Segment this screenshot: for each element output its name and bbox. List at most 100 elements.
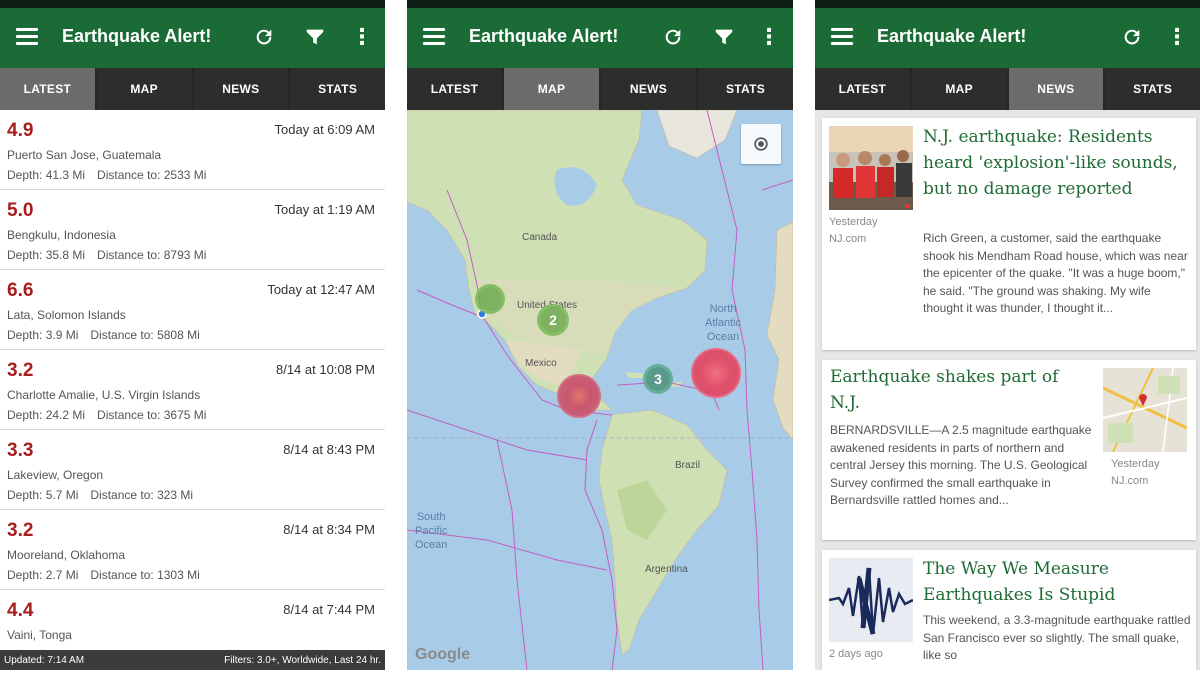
ocean-label-north-atlantic: North Atlantic Ocean [705,303,742,343]
more-vert-icon[interactable]: ⋮ [757,25,781,49]
news-card[interactable]: 2 days ago The Way We Measure Earthquake… [822,550,1196,670]
quake-item[interactable]: 3.2 8/14 at 8:34 PM Mooreland, Oklahoma … [0,510,385,590]
quake-meta: Depth: 24.2 Mi Distance to: 3675 Mi [7,408,206,422]
latest-screen: Earthquake Alert! ⋮ LATEST MAP NEWS STAT… [0,0,385,670]
refresh-icon[interactable] [252,25,276,49]
menu-icon[interactable] [423,28,445,46]
magnitude: 4.4 [7,600,34,621]
app-bar: Earthquake Alert! ⋮ [407,8,793,68]
news-seismogram-thumbnail [829,558,913,642]
news-source: Yesterday NJ.com [1111,458,1160,487]
tab-news[interactable]: NEWS [193,68,291,110]
map-view[interactable]: Canada United States Mexico Brazil Argen… [407,110,793,670]
status-footer: Updated: 7:14 AM Filters: 3.0+, Worldwid… [0,650,385,670]
menu-icon[interactable] [831,28,853,46]
filter-icon[interactable] [712,25,736,49]
news-list: Yesterday NJ.com N.J. earthquake: Reside… [815,110,1200,670]
news-source: Yesterday NJ.com [829,216,878,245]
quake-place: Lakeview, Oregon [7,468,104,482]
news-headline: N.J. earthquake: Residents heard 'explos… [923,127,1178,199]
filter-icon[interactable] [303,25,327,49]
magnitude: 3.3 [7,440,34,461]
quake-distance: Distance to: 2533 Mi [97,168,207,182]
news-card[interactable]: Yesterday NJ.com N.J. earthquake: Reside… [822,118,1196,350]
tab-news[interactable]: NEWS [601,68,698,110]
map-label-canada: Canada [522,232,558,243]
tab-map[interactable]: MAP [911,68,1009,110]
app-title: Earthquake Alert! [469,26,619,46]
more-vert-icon[interactable]: ⋮ [1165,25,1189,49]
news-screen: Earthquake Alert! ⋮ LATEST MAP NEWS STAT… [815,0,1200,670]
map-label-mexico: Mexico [525,358,557,369]
quake-distance: Distance to: 323 Mi [90,488,194,502]
updated-time: Updated: 7:14 AM [4,654,85,666]
quake-time: Today at 6:09 AM [274,122,375,137]
quake-depth: Depth: 41.3 Mi [7,168,86,182]
app-title: Earthquake Alert! [877,26,1027,46]
magnitude: 3.2 [7,360,34,381]
quake-distance: Distance to: 3675 Mi [97,408,207,422]
quake-cluster-marker[interactable]: 3 [643,364,673,394]
quake-place: Mooreland, Oklahoma [7,548,126,562]
quake-item[interactable]: 3.2 8/14 at 10:08 PM Charlotte Amalie, U… [0,350,385,430]
quake-time: 8/14 at 7:44 PM [283,602,375,617]
quake-distance: Distance to: 5808 Mi [90,328,200,342]
news-source: 2 days ago [829,648,883,660]
quake-item[interactable]: 4.4 8/14 at 7:44 PM Vaini, Tonga [0,590,385,650]
tab-stats[interactable]: STATS [698,68,793,110]
quake-time: 8/14 at 8:34 PM [283,522,375,537]
tab-latest[interactable]: LATEST [0,68,97,110]
my-location-icon[interactable] [741,124,781,164]
quake-place: Puerto San Jose, Guatemala [7,148,162,162]
map-label-brazil: Brazil [675,460,701,471]
news-snippet: Rich Green, a customer, said the earthqu… [923,231,1188,315]
quake-depth: Depth: 2.7 Mi [7,568,79,582]
news-card[interactable]: Earthquake shakes part of N.J. BERNARDSV… [822,360,1196,540]
map-screen: Earthquake Alert! ⋮ LATEST MAP NEWS STAT… [407,0,793,670]
quake-cluster-marker[interactable] [475,284,505,314]
quake-meta: Depth: 41.3 Mi Distance to: 2533 Mi [7,168,206,182]
quake-item[interactable]: 4.9 Today at 6:09 AM Puerto San Jose, Gu… [0,110,385,190]
quake-place: Vaini, Tonga [7,628,72,642]
quake-place: Lata, Solomon Islands [7,308,126,322]
news-snippet: BERNARDSVILLE—A 2.5 magnitude earthquake… [830,423,1092,507]
news-snippet: This weekend, a 3.3-magnitude earthquake… [923,613,1191,662]
news-headline: The Way We Measure Earthquakes Is Stupid [923,559,1116,605]
map-label-argentina: Argentina [645,564,688,575]
quake-meta: Depth: 3.9 Mi Distance to: 5808 Mi [7,328,200,342]
quake-depth: Depth: 24.2 Mi [7,408,86,422]
magnitude: 4.9 [7,120,34,141]
status-bar [407,0,793,8]
quake-meta: Depth: 2.7 Mi Distance to: 1303 Mi [7,568,200,582]
quake-marker[interactable] [557,374,601,418]
status-bar [0,0,385,8]
quake-time: Today at 1:19 AM [274,202,375,217]
magnitude: 6.6 [7,280,34,301]
tab-news[interactable]: NEWS [1008,68,1106,110]
tab-bar: LATEST MAP NEWS STATS [0,68,385,110]
more-vert-icon[interactable]: ⋮ [350,25,374,49]
refresh-icon[interactable] [661,25,685,49]
quake-cluster-marker[interactable]: 2 [537,304,569,336]
quake-depth: Depth: 5.7 Mi [7,488,79,502]
quake-meta: Depth: 35.8 Mi Distance to: 8793 Mi [7,248,206,262]
tab-latest[interactable]: LATEST [407,68,504,110]
quake-item[interactable]: 6.6 Today at 12:47 AM Lata, Solomon Isla… [0,270,385,350]
status-bar [815,0,1200,8]
news-headline: Earthquake shakes part of N.J. [830,367,1059,413]
tab-stats[interactable]: STATS [290,68,385,110]
quake-time: Today at 12:47 AM [267,282,375,297]
quake-depth: Depth: 35.8 Mi [7,248,86,262]
quake-marker[interactable] [691,348,741,398]
menu-icon[interactable] [16,28,38,46]
refresh-icon[interactable] [1120,25,1144,49]
quake-item[interactable]: 3.3 8/14 at 8:43 PM Lakeview, Oregon Dep… [0,430,385,510]
ocean-label-south-pacific: South Pacific Ocean [415,511,448,551]
tab-map[interactable]: MAP [96,68,194,110]
tab-latest[interactable]: LATEST [815,68,912,110]
tab-map[interactable]: MAP [504,68,601,110]
tab-stats[interactable]: STATS [1105,68,1200,110]
quake-item[interactable]: 5.0 Today at 1:19 AM Bengkulu, Indonesia… [0,190,385,270]
quake-distance: Distance to: 8793 Mi [97,248,207,262]
news-map-thumbnail [1103,368,1187,452]
